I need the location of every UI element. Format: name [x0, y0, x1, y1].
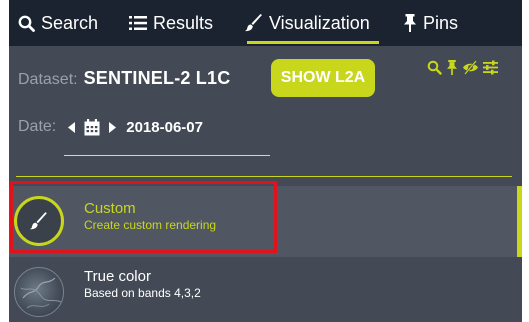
tab-bar: Search Results Visualization Pins [9, 0, 522, 46]
layer-title: True color [84, 268, 151, 285]
dataset-value: SENTINEL-2 L1C [83, 68, 231, 88]
true-color-thumbnail [14, 267, 64, 317]
dataset-row: Dataset: SENTINEL-2 L1C [18, 68, 230, 89]
calendar-icon[interactable] [84, 118, 100, 136]
section-divider [16, 176, 512, 177]
tab-search-label: Search [41, 12, 99, 33]
tab-results-label: Results [153, 12, 214, 33]
layer-true-color[interactable]: True color Based on bands 4,3,2 [9, 262, 522, 322]
date-row: Date: 2018-06-07 [18, 118, 203, 136]
search-icon[interactable] [427, 60, 442, 75]
pin-icon [403, 14, 417, 32]
dataset-label: Dataset: [18, 71, 78, 88]
date-label: Date: [18, 118, 57, 135]
sliders-icon[interactable] [483, 60, 498, 75]
tab-visualization[interactable]: Visualization [235, 0, 393, 46]
tab-search[interactable]: Search [9, 0, 119, 46]
search-icon [18, 15, 35, 32]
next-date-button[interactable] [108, 121, 117, 133]
selected-indicator [517, 186, 522, 257]
tab-pins[interactable]: Pins [393, 0, 493, 46]
eye-slash-icon[interactable] [462, 60, 479, 75]
layer-true-color-text: True color Based on bands 4,3,2 [84, 268, 201, 301]
layer-subtitle: Based on bands 4,3,2 [84, 286, 201, 300]
prev-date-button[interactable] [68, 121, 76, 133]
tab-pins-label: Pins [423, 12, 459, 33]
date-value[interactable]: 2018-06-07 [126, 119, 203, 136]
list-icon [129, 15, 147, 31]
app-frame: Search Results Visualization Pins Datase… [9, 0, 522, 322]
highlight-box [10, 181, 277, 253]
date-underline [64, 155, 270, 156]
pin-icon[interactable] [446, 60, 458, 75]
show-l2a-button[interactable]: SHOW L2A [271, 59, 375, 97]
brush-icon [245, 14, 263, 32]
tab-results[interactable]: Results [119, 0, 235, 46]
toolbar [427, 60, 498, 75]
tab-visualization-label: Visualization [269, 12, 370, 33]
